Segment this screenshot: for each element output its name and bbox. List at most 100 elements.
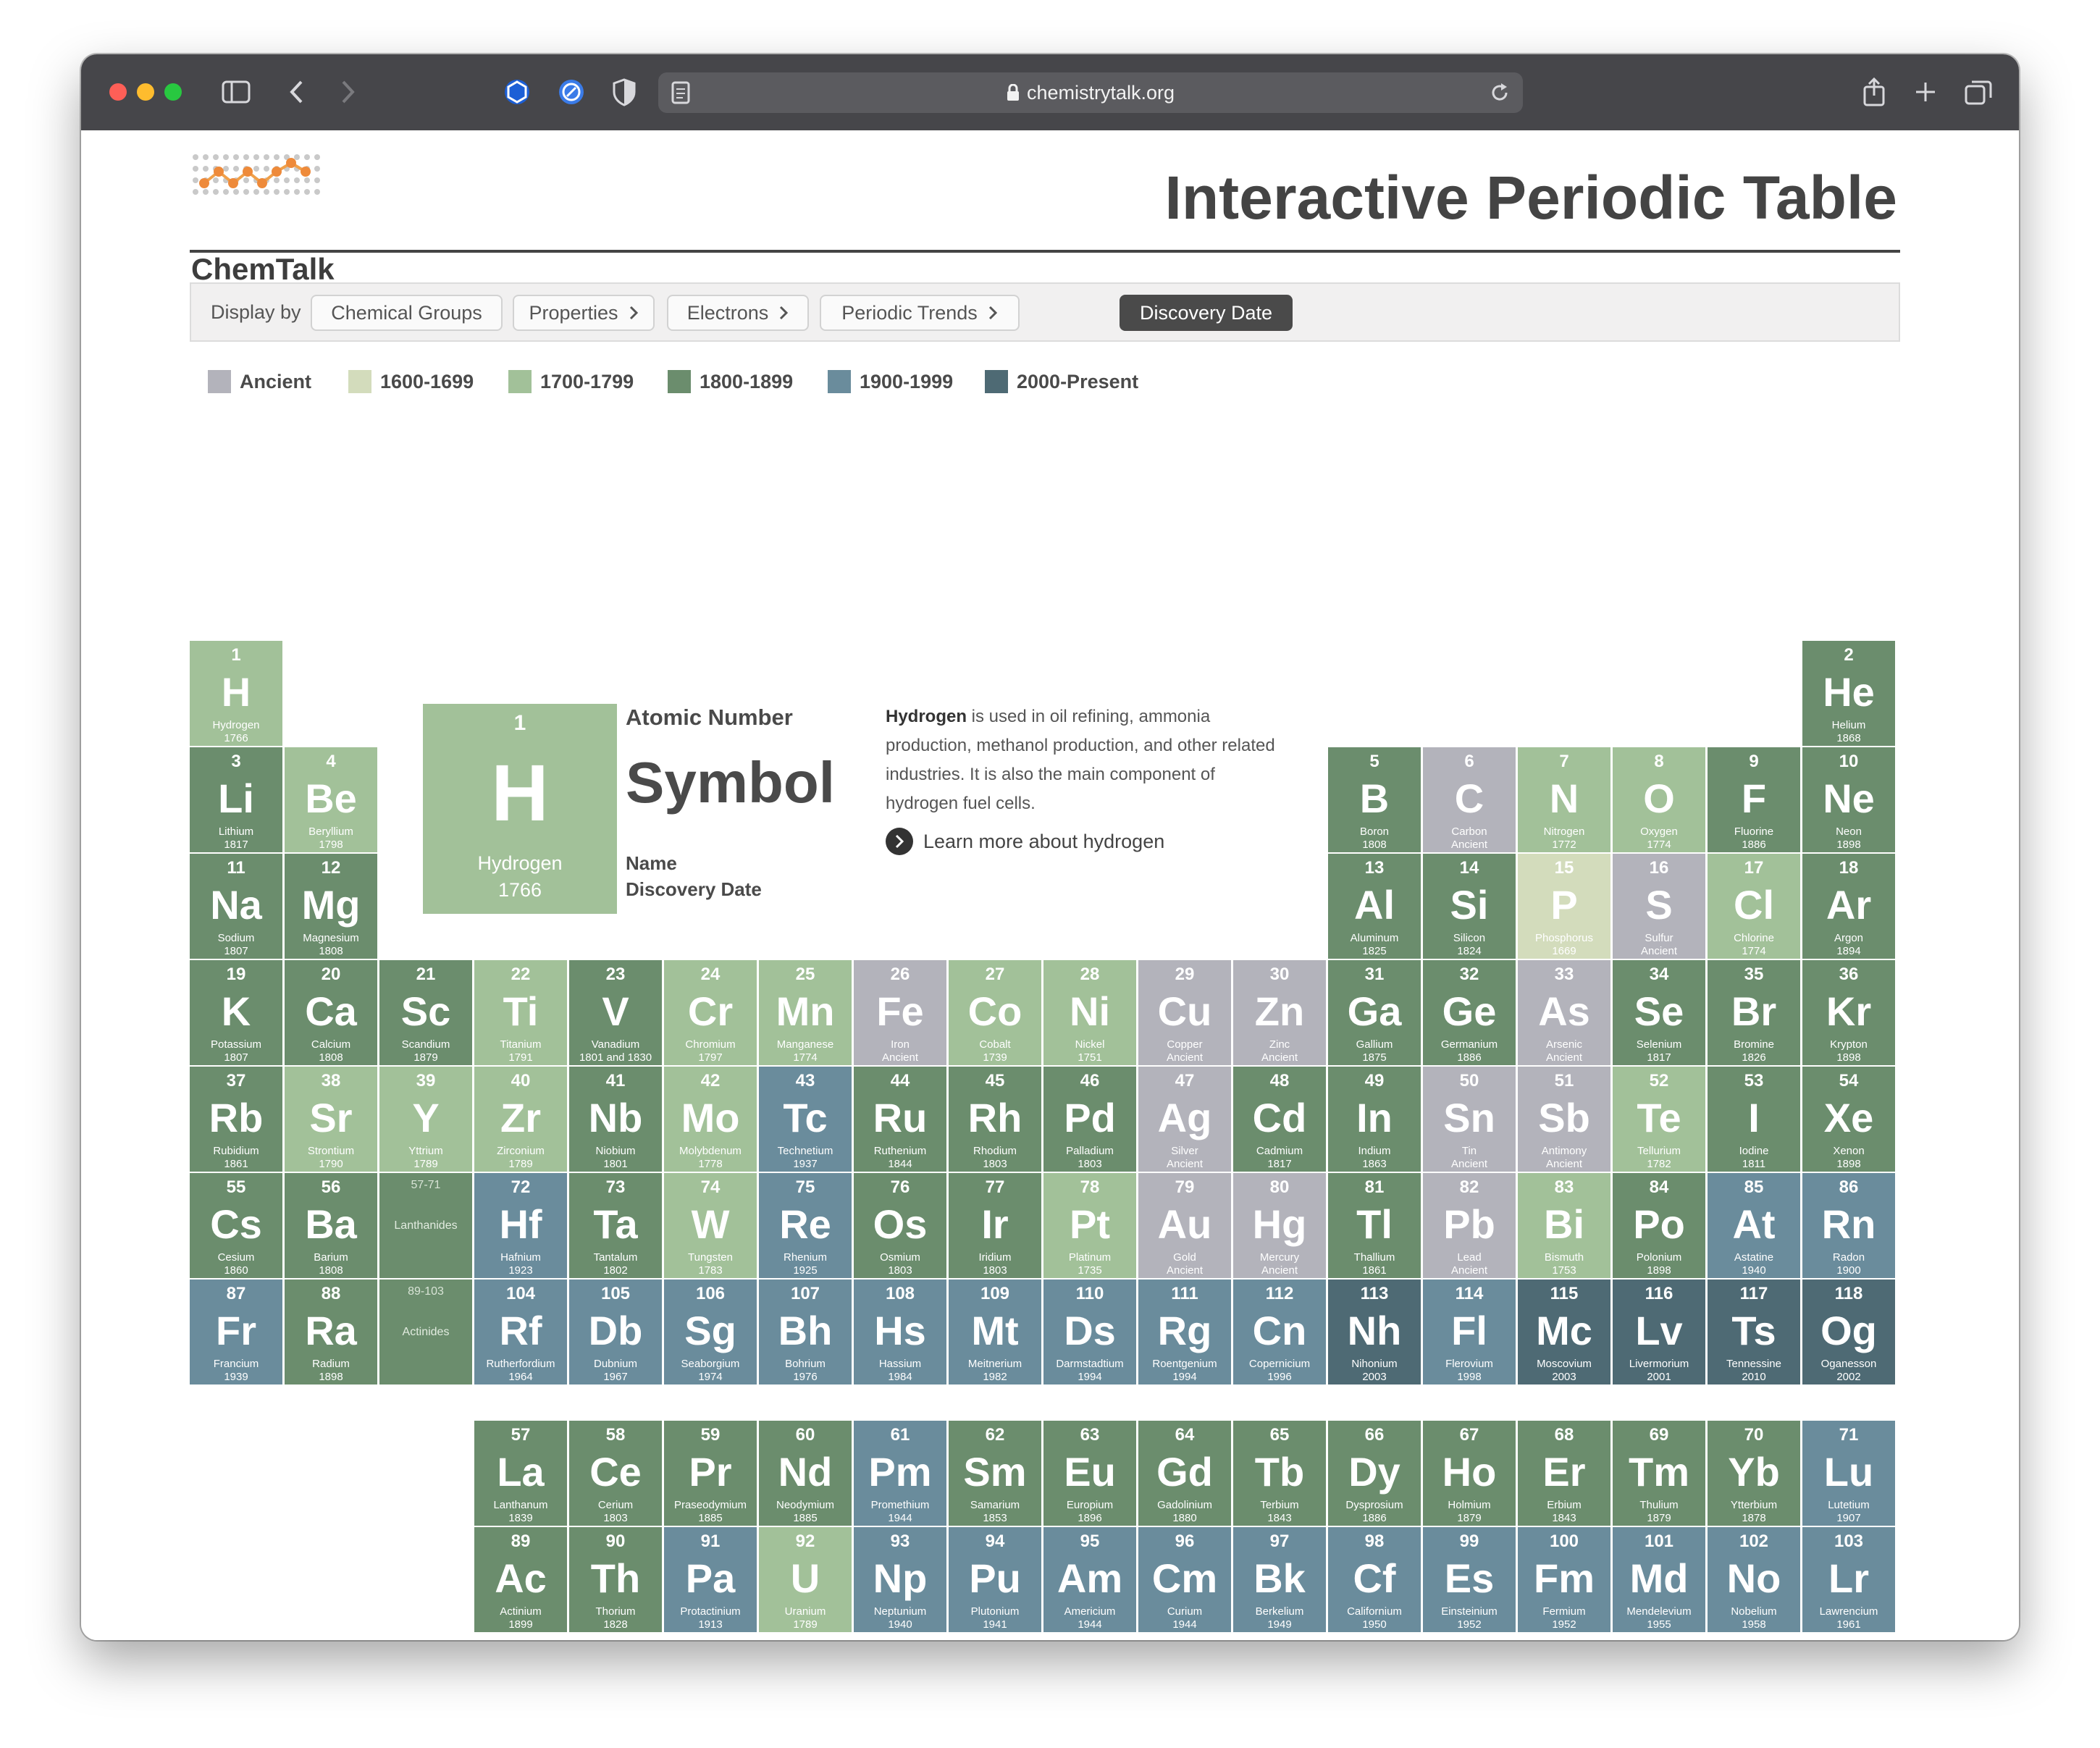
element-tile-br[interactable]: 35 Br Bromine 1826 [1708,960,1800,1065]
element-tile-sc[interactable]: 21 Sc Scandium 1879 [379,960,472,1065]
element-tile-md[interactable]: 101 Md Mendelevium 1955 [1613,1527,1705,1632]
element-tile-ne[interactable]: 10 Ne Neon 1898 [1802,747,1895,852]
element-tile-al[interactable]: 13 Al Aluminum 1825 [1328,854,1421,959]
element-tile-rg[interactable]: 111 Rg Roentgenium 1994 [1138,1280,1231,1384]
element-tile-ag[interactable]: 47 Ag Silver Ancient [1138,1067,1231,1172]
element-tile-pu[interactable]: 94 Pu Plutonium 1941 [949,1527,1041,1632]
element-tile-s[interactable]: 16 S Sulfur Ancient [1613,854,1705,959]
address-bar[interactable]: chemistrytalk.org [658,72,1523,113]
learn-more-link[interactable]: Learn more about hydrogen [886,828,1164,855]
element-tile-mo[interactable]: 42 Mo Molybdenum 1778 [664,1067,757,1172]
element-tile-au[interactable]: 79 Au Gold Ancient [1138,1173,1231,1278]
element-tile-re[interactable]: 75 Re Rhenium 1925 [759,1173,852,1278]
extension-shield-icon[interactable] [501,75,533,109]
element-tile-f[interactable]: 9 F Fluorine 1886 [1708,747,1800,852]
element-tile-rh[interactable]: 45 Rh Rhodium 1803 [949,1067,1041,1172]
element-tile-h[interactable]: 1 H Hydrogen 1766 [190,641,282,746]
element-tile-pt[interactable]: 78 Pt Platinum 1735 [1043,1173,1136,1278]
element-tile-p[interactable]: 15 P Phosphorus 1669 [1518,854,1610,959]
element-tile-ti[interactable]: 22 Ti Titanium 1791 [474,960,567,1065]
element-tile-ba[interactable]: 56 Ba Barium 1808 [285,1173,377,1278]
element-tile-si[interactable]: 14 Si Silicon 1824 [1423,854,1516,959]
element-tile-sm[interactable]: 62 Sm Samarium 1853 [949,1421,1041,1526]
element-tile-no[interactable]: 102 No Nobelium 1958 [1708,1527,1800,1632]
element-tile-ga[interactable]: 31 Ga Gallium 1875 [1328,960,1421,1065]
element-tile-sr[interactable]: 38 Sr Strontium 1790 [285,1067,377,1172]
element-tile-ru[interactable]: 44 Ru Ruthenium 1844 [854,1067,946,1172]
element-tile-hg[interactable]: 80 Hg Mercury Ancient [1233,1173,1326,1278]
element-tile-k[interactable]: 19 K Potassium 1807 [190,960,282,1065]
display-properties-button[interactable]: Properties [513,295,655,331]
element-tile-na[interactable]: 11 Na Sodium 1807 [190,854,282,959]
element-tile-mt[interactable]: 109 Mt Meitnerium 1982 [949,1280,1041,1384]
element-tile-o[interactable]: 8 O Oxygen 1774 [1613,747,1705,852]
element-tile-la[interactable]: 57 La Lanthanum 1839 [474,1421,567,1526]
new-tab-icon[interactable] [1911,75,1940,109]
element-tile-rn[interactable]: 86 Rn Radon 1900 [1802,1173,1895,1278]
element-tile-he[interactable]: 2 He Helium 1868 [1802,641,1895,746]
display-periodic-trends-button[interactable]: Periodic Trends [820,295,1020,331]
element-tile-sb[interactable]: 51 Sb Antimony Ancient [1518,1067,1610,1172]
element-tile-cu[interactable]: 29 Cu Copper Ancient [1138,960,1231,1065]
element-tile-be[interactable]: 4 Be Beryllium 1798 [285,747,377,852]
element-tile-tb[interactable]: 65 Tb Terbium 1843 [1233,1421,1326,1526]
element-tile-in[interactable]: 49 In Indium 1863 [1328,1067,1421,1172]
element-tile-nb[interactable]: 41 Nb Niobium 1801 [569,1067,662,1172]
display-electrons-button[interactable]: Electrons [667,295,809,331]
element-tile-er[interactable]: 68 Er Erbium 1843 [1518,1421,1610,1526]
element-tile-ds[interactable]: 110 Ds Darmstadtium 1994 [1043,1280,1136,1384]
element-tile-am[interactable]: 95 Am Americium 1944 [1043,1527,1136,1632]
element-tile-v[interactable]: 23 V Vanadium 1801 and 1830 [569,960,662,1065]
element-tile-tl[interactable]: 81 Tl Thallium 1861 [1328,1173,1421,1278]
element-tile-th[interactable]: 90 Th Thorium 1828 [569,1527,662,1632]
element-tile-co[interactable]: 27 Co Cobalt 1739 [949,960,1041,1065]
element-tile-bi[interactable]: 83 Bi Bismuth 1753 [1518,1173,1610,1278]
element-tile-pm[interactable]: 61 Pm Promethium 1944 [854,1421,946,1526]
element-tile-tc[interactable]: 43 Tc Technetium 1937 [759,1067,852,1172]
element-tile-pd[interactable]: 46 Pd Palladium 1803 [1043,1067,1136,1172]
element-tile-ac[interactable]: 89 Ac Actinium 1899 [474,1527,567,1632]
element-tile-tm[interactable]: 69 Tm Thulium 1879 [1613,1421,1705,1526]
element-tile-li[interactable]: 3 Li Lithium 1817 [190,747,282,852]
lanthanides-placeholder[interactable]: 57-71 Lanthanides [379,1173,472,1278]
element-tile-at[interactable]: 85 At Astatine 1940 [1708,1173,1800,1278]
sidebar-icon[interactable] [220,75,252,109]
element-tile-zr[interactable]: 40 Zr Zirconium 1789 [474,1067,567,1172]
element-tile-cs[interactable]: 55 Cs Cesium 1860 [190,1173,282,1278]
element-tile-c[interactable]: 6 C Carbon Ancient [1423,747,1516,852]
element-tile-np[interactable]: 93 Np Neptunium 1940 [854,1527,946,1632]
display-discovery-date-button[interactable]: Discovery Date [1120,295,1293,331]
element-tile-nd[interactable]: 60 Nd Neodymium 1885 [759,1421,852,1526]
element-tile-rf[interactable]: 104 Rf Rutherfordium 1964 [474,1280,567,1384]
element-tile-cr[interactable]: 24 Cr Chromium 1797 [664,960,757,1065]
element-tile-w[interactable]: 74 W Tungsten 1783 [664,1173,757,1278]
element-tile-ir[interactable]: 77 Ir Iridium 1803 [949,1173,1041,1278]
back-icon[interactable] [282,75,311,109]
element-tile-nh[interactable]: 113 Nh Nihonium 2003 [1328,1280,1421,1384]
element-tile-ge[interactable]: 32 Ge Germanium 1886 [1423,960,1516,1065]
minimize-window-button[interactable] [137,83,154,101]
logo-text[interactable]: ChemTalk [191,252,335,287]
element-tile-os[interactable]: 76 Os Osmium 1803 [854,1173,946,1278]
element-tile-n[interactable]: 7 N Nitrogen 1772 [1518,747,1610,852]
element-tile-bh[interactable]: 107 Bh Bohrium 1976 [759,1280,852,1384]
element-tile-og[interactable]: 118 Og Oganesson 2002 [1802,1280,1895,1384]
element-tile-lr[interactable]: 103 Lr Lawrencium 1961 [1802,1527,1895,1632]
element-tile-fe[interactable]: 26 Fe Iron Ancient [854,960,946,1065]
element-tile-gd[interactable]: 64 Gd Gadolinium 1880 [1138,1421,1231,1526]
privacy-shield-icon[interactable] [610,75,639,109]
zoom-window-button[interactable] [164,83,182,101]
element-tile-ts[interactable]: 117 Ts Tennessine 2010 [1708,1280,1800,1384]
share-icon[interactable] [1860,75,1889,109]
element-tile-as[interactable]: 33 As Arsenic Ancient [1518,960,1610,1065]
display-chemical-groups-button[interactable]: Chemical Groups [311,295,503,331]
element-tile-pr[interactable]: 59 Pr Praseodymium 1885 [664,1421,757,1526]
element-tile-es[interactable]: 99 Es Einsteinium 1952 [1423,1527,1516,1632]
tab-overview-icon[interactable] [1962,75,1994,109]
element-tile-b[interactable]: 5 B Boron 1808 [1328,747,1421,852]
reload-icon[interactable] [1490,83,1510,108]
element-tile-y[interactable]: 39 Y Yttrium 1789 [379,1067,472,1172]
element-tile-pa[interactable]: 91 Pa Protactinium 1913 [664,1527,757,1632]
element-tile-po[interactable]: 84 Po Polonium 1898 [1613,1173,1705,1278]
element-tile-cm[interactable]: 96 Cm Curium 1944 [1138,1527,1231,1632]
